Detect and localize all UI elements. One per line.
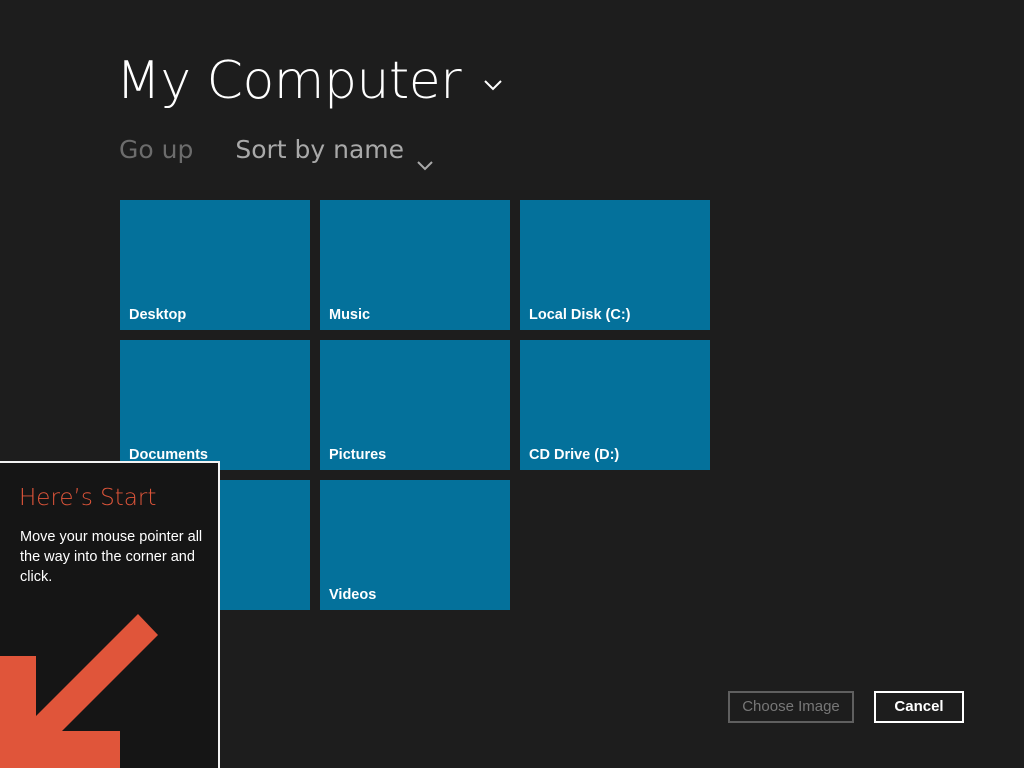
choose-image-button[interactable]: Choose Image xyxy=(728,691,854,723)
tile-label: Pictures xyxy=(329,447,387,463)
go-up-button[interactable]: Go up xyxy=(119,132,193,168)
tile-label: Desktop xyxy=(129,307,187,323)
tile-desktop[interactable]: Desktop xyxy=(120,200,310,330)
tile-cd-drive[interactable]: CD Drive (D:) xyxy=(520,340,710,470)
page-title: My Computer xyxy=(116,51,462,111)
tile-label: CD Drive (D:) xyxy=(529,447,620,463)
start-tip-popup: Here’s Start Move your mouse pointer all… xyxy=(0,461,220,768)
file-picker-screen: My Computer Go up Sort by name Desktop M… xyxy=(0,0,1024,768)
cancel-button[interactable]: Cancel xyxy=(874,691,964,723)
tile-music[interactable]: Music xyxy=(320,200,510,330)
toolbar: Go up Sort by name xyxy=(119,132,434,171)
tile-label: Videos xyxy=(329,587,377,603)
sort-by-label: Sort by name xyxy=(235,135,405,164)
chevron-down-icon xyxy=(416,146,434,171)
tile-local-disk[interactable]: Local Disk (C:) xyxy=(520,200,710,330)
tile-label: Local Disk (C:) xyxy=(529,307,631,323)
tile-pictures[interactable]: Pictures xyxy=(320,340,510,470)
tile-documents[interactable]: Documents xyxy=(120,340,310,470)
tile-videos[interactable]: Videos xyxy=(320,480,510,610)
chevron-down-icon[interactable] xyxy=(483,78,503,92)
arrow-down-left-icon xyxy=(0,608,218,768)
sort-by-dropdown[interactable]: Sort by name xyxy=(235,132,434,171)
tile-label: Music xyxy=(329,307,371,323)
start-tip-title: Here’s Start xyxy=(19,485,157,511)
start-tip-body: Move your mouse pointer all the way into… xyxy=(20,529,203,585)
header: My Computer xyxy=(116,48,503,114)
